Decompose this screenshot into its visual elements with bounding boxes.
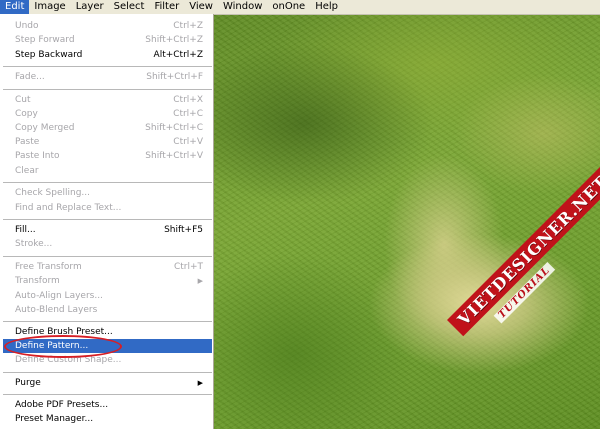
menu-item-adobe-pdf-presets[interactable]: Adobe PDF Presets...: [3, 398, 212, 412]
menu-edit[interactable]: Edit: [0, 0, 30, 14]
menu-separator: [3, 66, 212, 67]
menu-item-auto-align-layers: Auto-Align Layers...: [3, 289, 212, 303]
menu-help[interactable]: Help: [310, 0, 343, 14]
menu-window[interactable]: Window: [218, 0, 267, 14]
menu-item-shortcut: Shift+Ctrl+C: [145, 123, 203, 133]
menu-item-copy-merged: Copy Merged Shift+Ctrl+C: [3, 121, 212, 135]
menu-item-label: Find and Replace Text...: [15, 203, 122, 213]
document-canvas[interactable]: [214, 14, 600, 429]
menu-item-define-pattern[interactable]: Define Pattern...: [3, 339, 212, 353]
menu-item-stroke: Stroke...: [3, 237, 212, 251]
menu-item-label: Free Transform: [15, 262, 82, 272]
menu-item-fill[interactable]: Fill... Shift+F5: [3, 223, 212, 237]
menu-item-shortcut: Ctrl+T: [173, 262, 203, 272]
menu-separator: [3, 394, 212, 395]
menu-item-label: Stroke...: [15, 239, 53, 249]
menu-item-label: Preset Manager...: [15, 414, 94, 424]
menu-separator: [3, 321, 212, 322]
menu-item-label: Paste: [15, 137, 40, 147]
menu-item-undo: Undo Ctrl+Z: [3, 19, 212, 33]
edit-menu-dropdown: Undo Ctrl+Z Step Forward Shift+Ctrl+Z St…: [0, 14, 214, 429]
menu-item-define-brush-preset[interactable]: Define Brush Preset...: [3, 325, 212, 339]
menu-item-paste: Paste Ctrl+V: [3, 135, 212, 149]
menu-separator: [3, 219, 212, 220]
menu-item-fade: Fade... Shift+Ctrl+F: [3, 70, 212, 84]
menu-item-label: Adobe PDF Presets...: [15, 400, 109, 410]
menu-item-label: Fill...: [15, 225, 36, 235]
menu-item-label: Copy Merged: [15, 123, 75, 133]
menu-layer[interactable]: Layer: [71, 0, 109, 14]
menu-item-label: Auto-Blend Layers: [15, 305, 98, 315]
menu-image[interactable]: Image: [29, 0, 70, 14]
menu-item-shortcut: Shift+Ctrl+V: [145, 151, 203, 161]
menu-select[interactable]: Select: [109, 0, 150, 14]
submenu-arrow-icon: ▶: [197, 379, 203, 387]
menu-bar: Edit Image Layer Select Filter View Wind…: [0, 0, 600, 15]
menu-item-label: Step Forward: [15, 35, 75, 45]
menu-item-label: Transform: [15, 276, 60, 286]
menu-item-purge[interactable]: Purge ▶: [3, 376, 212, 390]
menu-item-shortcut: Shift+Ctrl+Z: [145, 35, 203, 45]
submenu-arrow-icon: ▶: [197, 277, 203, 285]
menu-filter[interactable]: Filter: [149, 0, 184, 14]
menu-item-label: Paste Into: [15, 151, 60, 161]
menu-item-label: Define Pattern...: [15, 341, 89, 351]
menu-separator: [3, 182, 212, 183]
menu-item-label: Fade...: [15, 72, 45, 82]
menu-separator: [3, 372, 212, 373]
menu-item-clear: Clear: [3, 164, 212, 178]
menu-item-copy: Copy Ctrl+C: [3, 107, 212, 121]
menu-item-label: Clear: [15, 166, 39, 176]
menu-item-define-custom-shape: Define Custom Shape...: [3, 353, 212, 367]
menu-item-label: Define Custom Shape...: [15, 355, 122, 365]
menu-item-step-forward: Step Forward Shift+Ctrl+Z: [3, 33, 212, 47]
menu-item-shortcut: Shift+F5: [164, 225, 203, 235]
menu-item-auto-blend-layers: Auto-Blend Layers: [3, 303, 212, 317]
menu-item-shortcut: Ctrl+X: [173, 95, 203, 105]
menu-item-shortcut: Ctrl+V: [173, 137, 203, 147]
menu-item-check-spelling: Check Spelling...: [3, 186, 212, 200]
menu-item-shortcut: Ctrl+C: [173, 109, 203, 119]
menu-item-cut: Cut Ctrl+X: [3, 93, 212, 107]
menu-item-label: Auto-Align Layers...: [15, 291, 103, 301]
menu-item-shortcut: Alt+Ctrl+Z: [153, 50, 203, 60]
menu-item-transform: Transform ▶: [3, 274, 212, 288]
menu-item-free-transform: Free Transform Ctrl+T: [3, 260, 212, 274]
menu-item-shortcut: Ctrl+Z: [173, 21, 203, 31]
menu-item-label: Cut: [15, 95, 31, 105]
menu-separator: [3, 256, 212, 257]
menu-item-preset-manager[interactable]: Preset Manager...: [3, 412, 212, 426]
menu-item-label: Purge: [15, 378, 41, 388]
menu-item-label: Step Backward: [15, 50, 83, 60]
menu-view[interactable]: View: [184, 0, 218, 14]
menu-separator: [3, 89, 212, 90]
menu-item-label: Define Brush Preset...: [15, 327, 113, 337]
menu-onone[interactable]: onOne: [267, 0, 310, 14]
menu-item-label: Copy: [15, 109, 38, 119]
menu-item-step-backward[interactable]: Step Backward Alt+Ctrl+Z: [3, 48, 212, 62]
menu-item-label: Undo: [15, 21, 39, 31]
menu-item-label: Check Spelling...: [15, 188, 91, 198]
menu-item-shortcut: Shift+Ctrl+F: [146, 72, 203, 82]
menu-item-find-replace: Find and Replace Text...: [3, 201, 212, 215]
menu-item-paste-into: Paste Into Shift+Ctrl+V: [3, 149, 212, 163]
